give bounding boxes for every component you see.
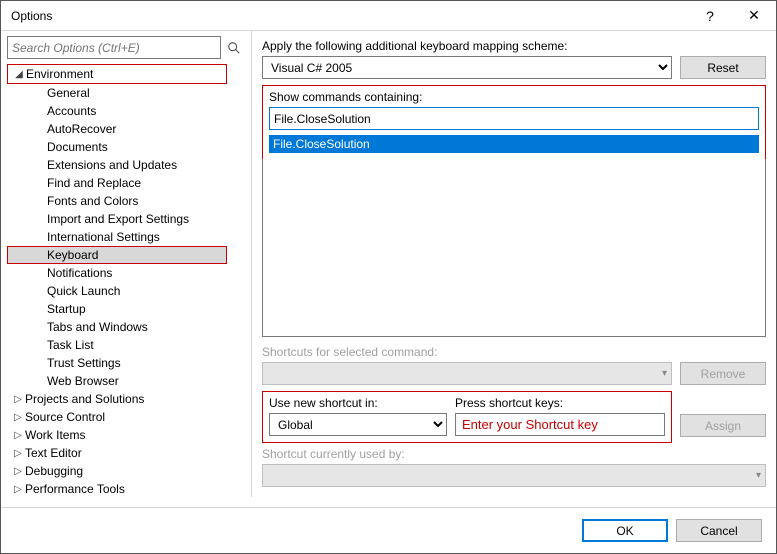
show-commands-label: Show commands containing: bbox=[269, 90, 759, 104]
tree-item[interactable]: ▷Work Items bbox=[7, 426, 245, 444]
tree-item[interactable]: ▷Debugging bbox=[7, 462, 245, 480]
press-shortcut-label: Press shortcut keys: bbox=[455, 396, 665, 410]
tree-item[interactable]: Web Browser bbox=[7, 372, 245, 390]
shortcuts-select: ▾ bbox=[262, 362, 672, 385]
close-button[interactable]: ✕ bbox=[732, 1, 776, 31]
tree-item[interactable]: Task List bbox=[7, 336, 245, 354]
use-new-select[interactable]: Global bbox=[269, 413, 447, 436]
currently-used-select: ▾ bbox=[262, 464, 766, 487]
press-shortcut-input[interactable]: Enter your Shortcut key bbox=[455, 413, 665, 436]
shortcuts-label: Shortcuts for selected command: bbox=[262, 345, 766, 359]
chevron-right-icon: ▷ bbox=[11, 412, 25, 423]
tree-item[interactable]: Startup bbox=[7, 300, 245, 318]
cancel-button[interactable]: Cancel bbox=[676, 519, 762, 542]
currently-used-label: Shortcut currently used by: bbox=[262, 447, 766, 461]
chevron-right-icon: ▷ bbox=[11, 430, 25, 441]
search-input[interactable] bbox=[7, 36, 221, 59]
tree-item[interactable]: Tabs and Windows bbox=[7, 318, 245, 336]
assign-button: Assign bbox=[680, 414, 766, 437]
tree-item[interactable]: AutoRecover bbox=[7, 120, 245, 138]
commands-list[interactable] bbox=[262, 159, 766, 337]
chevron-down-icon: ▾ bbox=[662, 368, 667, 379]
window-title: Options bbox=[11, 9, 688, 23]
chevron-right-icon: ▷ bbox=[11, 466, 25, 477]
search-icon[interactable] bbox=[223, 37, 245, 59]
tree-item[interactable]: Accounts bbox=[7, 102, 245, 120]
use-new-label: Use new shortcut in: bbox=[269, 396, 447, 410]
remove-button: Remove bbox=[680, 362, 766, 385]
tree-item[interactable]: Fonts and Colors bbox=[7, 192, 245, 210]
tree-item[interactable]: General bbox=[7, 84, 245, 102]
show-commands-input[interactable] bbox=[269, 107, 759, 130]
tree-item[interactable]: Find and Replace bbox=[7, 174, 245, 192]
tree-keyboard[interactable]: Keyboard bbox=[7, 246, 227, 264]
chevron-down-icon: ◢ bbox=[12, 69, 26, 80]
options-tree[interactable]: ◢ Environment General Accounts AutoRecov… bbox=[7, 62, 245, 497]
tree-label: Environment bbox=[26, 67, 93, 81]
ok-button[interactable]: OK bbox=[582, 519, 668, 542]
tree-item[interactable]: ▷Source Control bbox=[7, 408, 245, 426]
tree-item[interactable]: Trust Settings bbox=[7, 354, 245, 372]
tree-item[interactable]: Notifications bbox=[7, 264, 245, 282]
chevron-right-icon: ▷ bbox=[11, 448, 25, 459]
chevron-right-icon: ▷ bbox=[11, 484, 25, 495]
tree-item[interactable]: Extensions and Updates bbox=[7, 156, 245, 174]
tree-item[interactable]: ▷Text Editor bbox=[7, 444, 245, 462]
scheme-label: Apply the following additional keyboard … bbox=[262, 39, 766, 53]
chevron-down-icon: ▾ bbox=[756, 470, 761, 481]
tree-item[interactable]: Documents bbox=[7, 138, 245, 156]
reset-button[interactable]: Reset bbox=[680, 56, 766, 79]
tree-item[interactable]: ▷Performance Tools bbox=[7, 480, 245, 497]
tree-item[interactable]: Quick Launch bbox=[7, 282, 245, 300]
tree-item[interactable]: Import and Export Settings bbox=[7, 210, 245, 228]
scheme-select[interactable]: Visual C# 2005 bbox=[262, 56, 672, 79]
command-list-item[interactable]: File.CloseSolution bbox=[269, 135, 759, 153]
tree-item[interactable]: ▷Projects and Solutions bbox=[7, 390, 245, 408]
chevron-right-icon: ▷ bbox=[11, 394, 25, 405]
tree-environment[interactable]: ◢ Environment bbox=[8, 65, 226, 83]
help-button[interactable]: ? bbox=[688, 1, 732, 31]
tree-item[interactable]: International Settings bbox=[7, 228, 245, 246]
